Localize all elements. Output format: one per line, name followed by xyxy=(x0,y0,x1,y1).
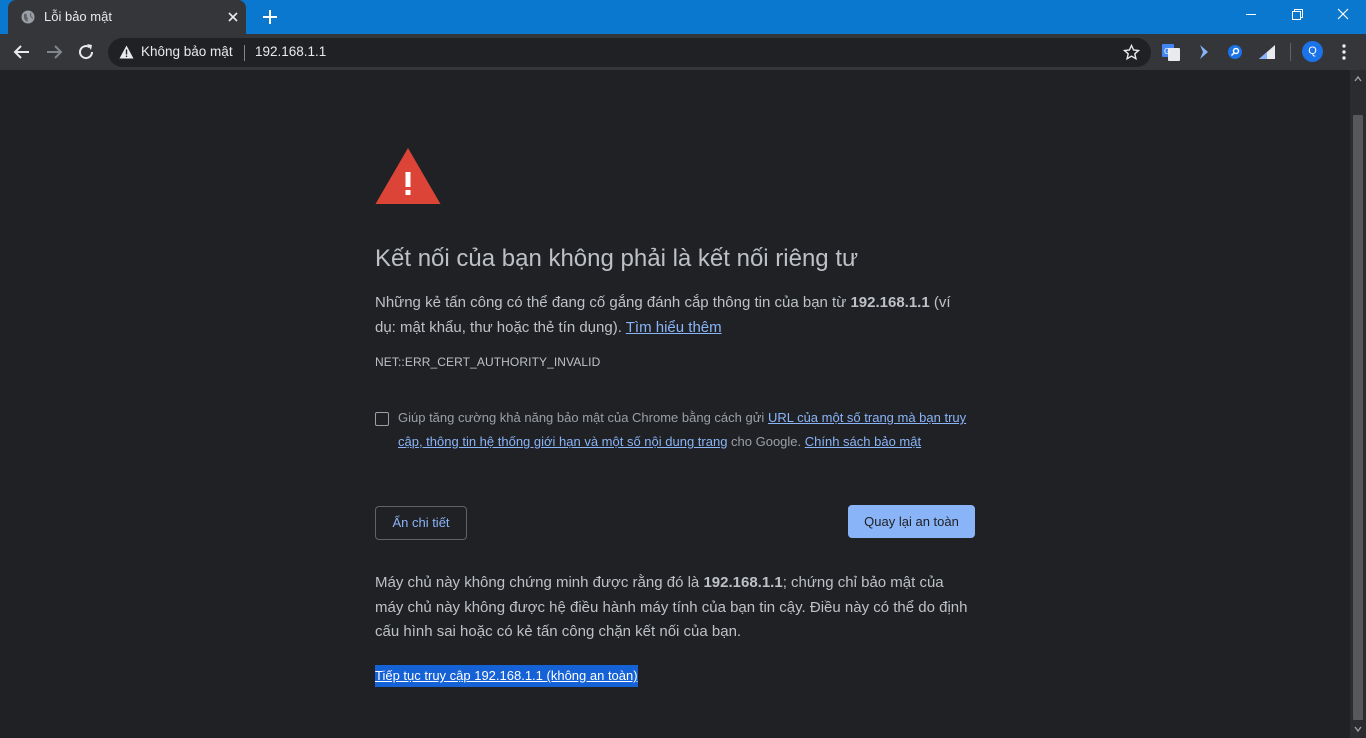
bookmark-star-icon[interactable] xyxy=(1123,44,1140,61)
chart-extension-icon[interactable] xyxy=(1257,42,1277,62)
back-to-safety-button[interactable]: Quay lại an toàn xyxy=(848,505,975,538)
security-status-label[interactable]: Không bảo mật xyxy=(141,44,233,59)
details-message: Máy chủ này không chứng minh được rằng đ… xyxy=(375,571,975,645)
scroll-down-arrow-icon[interactable] xyxy=(1354,725,1362,733)
back-arrow-icon[interactable] xyxy=(12,42,32,62)
scroll-up-arrow-icon[interactable] xyxy=(1354,75,1362,83)
details-host: 192.168.1.1 xyxy=(703,574,783,591)
browser-toolbar: Không bảo mật 192.168.1.1 G Q xyxy=(0,34,1366,70)
scrollbar-thumb[interactable] xyxy=(1353,115,1363,720)
privacy-policy-link[interactable]: Chính sách bảo mật xyxy=(805,434,921,449)
safe-browsing-checkbox[interactable] xyxy=(375,412,389,426)
error-code: NET::ERR_CERT_AUTHORITY_INVALID xyxy=(375,355,601,369)
minimize-icon[interactable] xyxy=(1238,4,1264,26)
reload-icon[interactable] xyxy=(76,42,96,62)
globe-icon xyxy=(21,10,35,24)
browser-tab[interactable]: Lỗi bảo mật xyxy=(8,0,246,34)
details-prefix: Máy chủ này không chứng minh được rằng đ… xyxy=(375,574,704,591)
search-extension-icon[interactable] xyxy=(1225,42,1245,62)
restore-icon[interactable] xyxy=(1284,4,1310,26)
close-window-icon[interactable] xyxy=(1330,4,1356,26)
main-message-host: 192.168.1.1 xyxy=(850,294,930,311)
main-message-prefix: Những kẻ tấn công có thể đang cố gắng đá… xyxy=(375,294,851,311)
tab-title: Lỗi bảo mật xyxy=(44,9,112,24)
more-menu-icon[interactable] xyxy=(1336,43,1352,61)
arrow-extension-icon[interactable] xyxy=(1194,42,1214,62)
url-text[interactable]: 192.168.1.1 xyxy=(255,44,326,59)
alert-triangle-icon xyxy=(375,148,441,204)
hide-details-button[interactable]: Ẩn chi tiết xyxy=(375,506,467,540)
forward-arrow-icon[interactable] xyxy=(44,42,64,62)
safe-browsing-optin-text: Giúp tăng cường khả năng bảo mật của Chr… xyxy=(398,406,983,454)
address-bar[interactable]: Không bảo mật 192.168.1.1 xyxy=(108,38,1151,67)
optin-prefix: Giúp tăng cường khả năng bảo mật của Chr… xyxy=(398,410,768,425)
profile-avatar[interactable]: Q xyxy=(1302,41,1323,62)
close-tab-icon[interactable] xyxy=(226,10,240,24)
warning-triangle-icon[interactable] xyxy=(119,45,134,59)
toolbar-divider xyxy=(1290,43,1291,61)
title-bar: Lỗi bảo mật xyxy=(0,0,1366,34)
page-title: Kết nối của bạn không phải là kết nối ri… xyxy=(375,245,859,272)
proceed-unsafe-link[interactable]: Tiếp tục truy cập 192.168.1.1 (không an … xyxy=(375,665,638,687)
main-message: Những kẻ tấn công có thể đang cố gắng đá… xyxy=(375,290,975,340)
new-tab-icon[interactable] xyxy=(261,8,279,26)
learn-more-link[interactable]: Tìm hiểu thêm xyxy=(626,319,722,336)
svg-text:G: G xyxy=(1164,47,1170,56)
google-translate-extension-icon[interactable]: G xyxy=(1161,42,1181,62)
optin-middle: cho Google. xyxy=(727,434,805,449)
address-divider xyxy=(244,45,245,61)
